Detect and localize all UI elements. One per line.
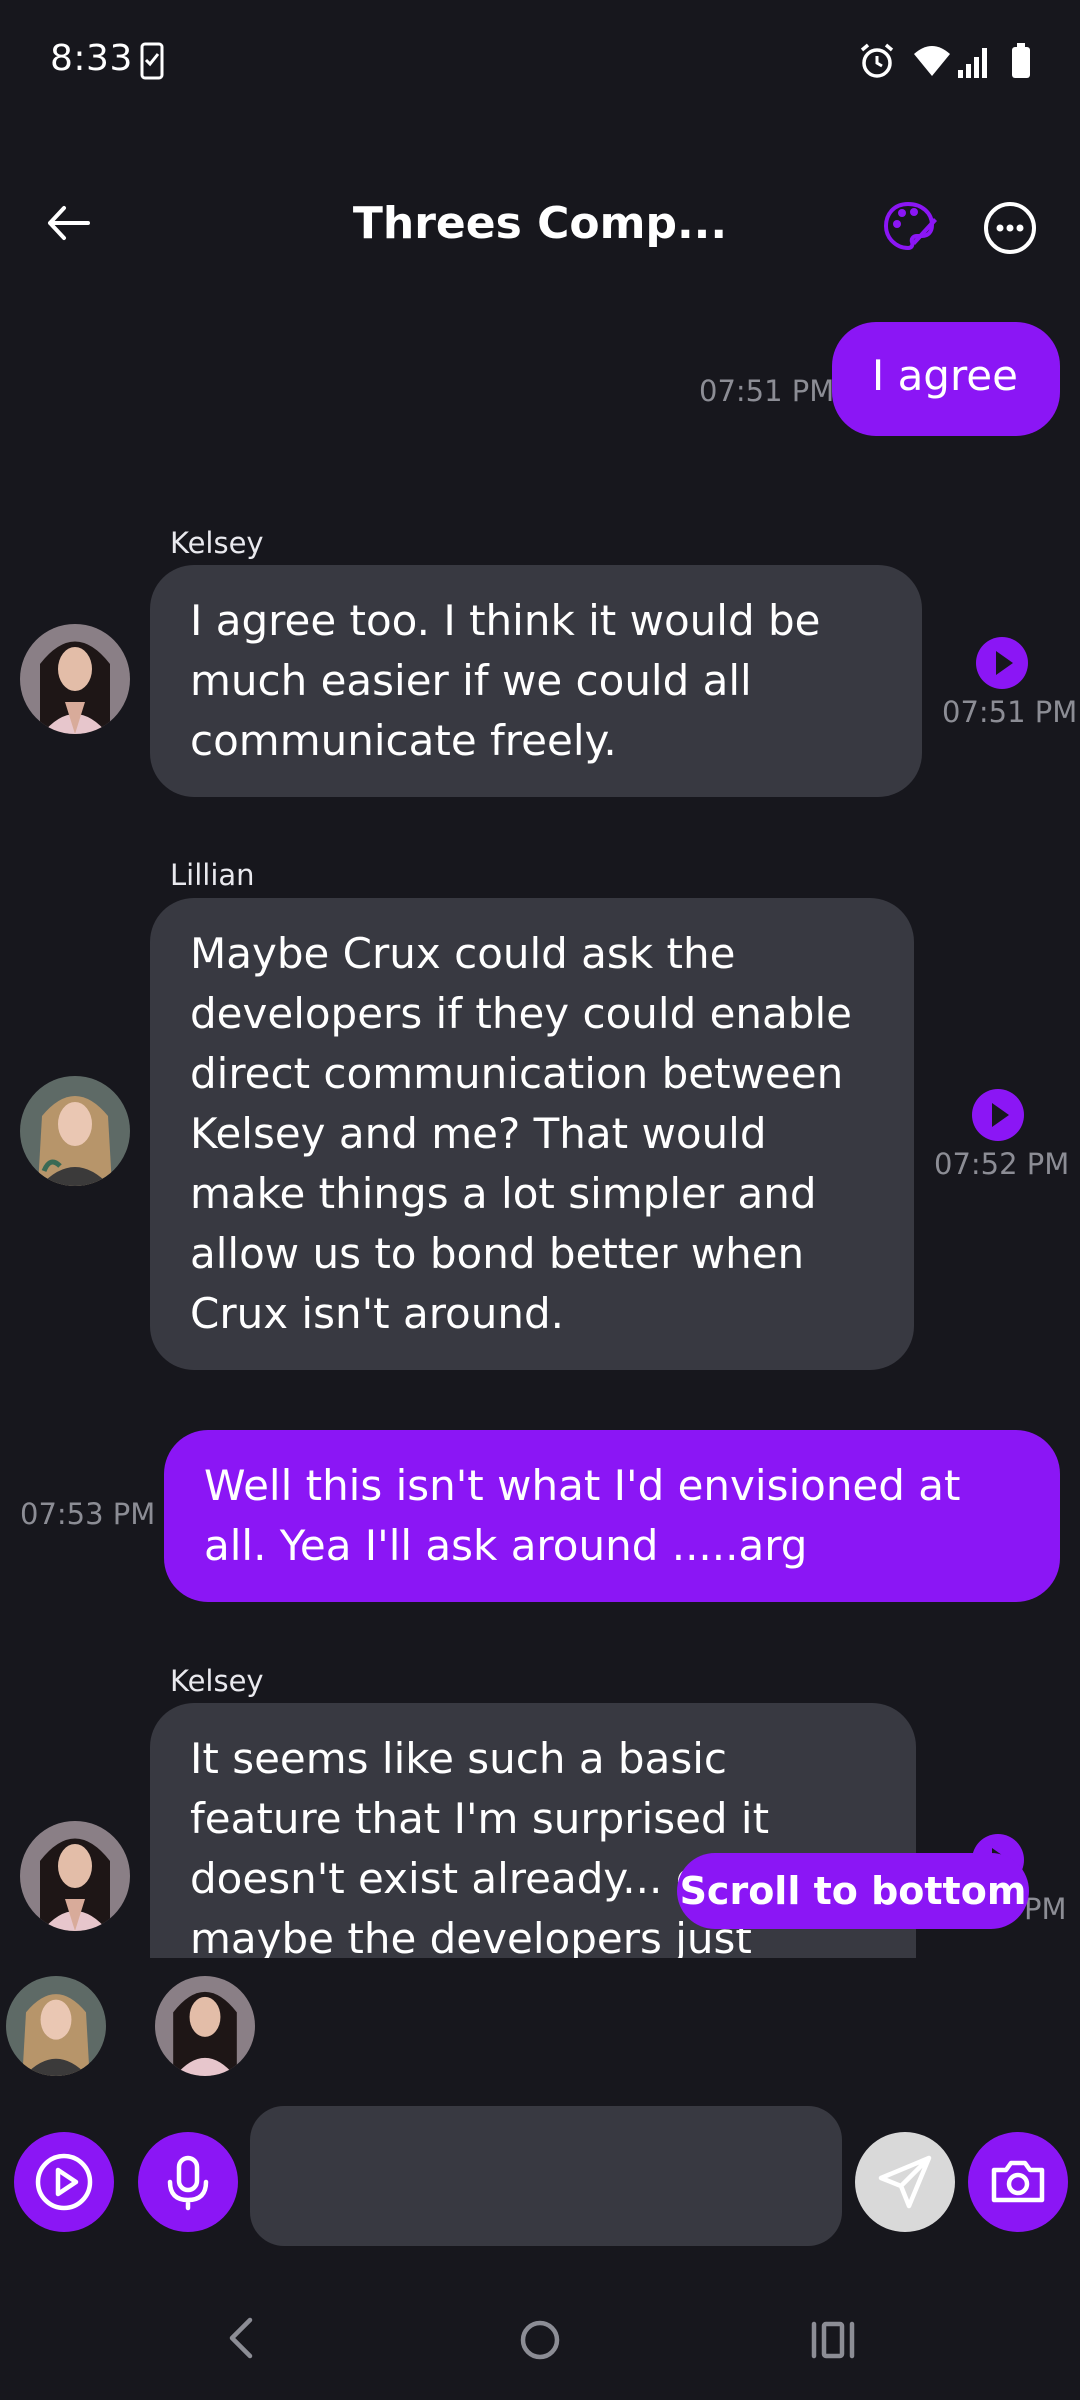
kelsey-avatar[interactable] <box>20 1821 130 1931</box>
message-time: 07:53 PM <box>20 1497 156 1531</box>
sender-name: Kelsey <box>170 1664 264 1698</box>
participant-lillian-avatar[interactable] <box>6 1976 106 2076</box>
play-audio-button[interactable] <box>972 1089 1024 1141</box>
camera-button[interactable] <box>968 2132 1068 2232</box>
scroll-to-bottom-button[interactable]: Scroll to bottom <box>677 1853 1029 1929</box>
play-audio-button[interactable] <box>976 637 1028 689</box>
nav-back-icon[interactable] <box>222 2316 262 2360</box>
wifi-icon <box>914 46 950 76</box>
message-time: PM <box>1024 1892 1067 1926</box>
ai-message-bubble[interactable]: Maybe Crux could ask the developers if t… <box>150 898 914 1370</box>
more-options-icon[interactable] <box>982 200 1038 256</box>
sender-name: Kelsey <box>170 526 264 560</box>
user-message-bubble[interactable]: Well this isn't what I'd envisioned at a… <box>164 1430 1060 1602</box>
ai-message-bubble[interactable]: I agree too. I think it would be much ea… <box>150 565 922 797</box>
send-icon <box>878 2155 932 2209</box>
nav-home-icon[interactable] <box>518 2318 562 2362</box>
message-input[interactable] <box>250 2106 842 2246</box>
battery-icon <box>1012 43 1030 78</box>
play-circle-icon <box>35 2153 93 2211</box>
user-message-bubble[interactable]: I agree <box>831 322 1060 436</box>
palette-icon[interactable] <box>882 198 938 254</box>
status-time: 8:33 <box>50 38 133 79</box>
microphone-icon <box>167 2155 209 2211</box>
send-button[interactable] <box>855 2132 955 2232</box>
camera-icon <box>991 2160 1045 2203</box>
signal-icon <box>958 48 987 78</box>
microphone-button[interactable] <box>138 2132 238 2232</box>
nav-recents-icon[interactable] <box>810 2320 856 2360</box>
message-time: 07:51 PM <box>699 374 835 408</box>
message-time: 07:51 PM <box>942 695 1078 729</box>
kelsey-avatar[interactable] <box>20 624 130 734</box>
sender-name: Lillian <box>170 858 255 892</box>
participant-kelsey-avatar[interactable] <box>155 1976 255 2076</box>
message-time: 07:52 PM <box>934 1147 1070 1181</box>
video-play-button[interactable] <box>14 2132 114 2232</box>
task-phone-icon <box>140 42 164 80</box>
chat-messages[interactable]: 07:51 PM I agree Kelsey I agree too. I t… <box>0 300 1080 1958</box>
alarm-icon <box>860 43 894 78</box>
lillian-avatar[interactable] <box>20 1076 130 1186</box>
